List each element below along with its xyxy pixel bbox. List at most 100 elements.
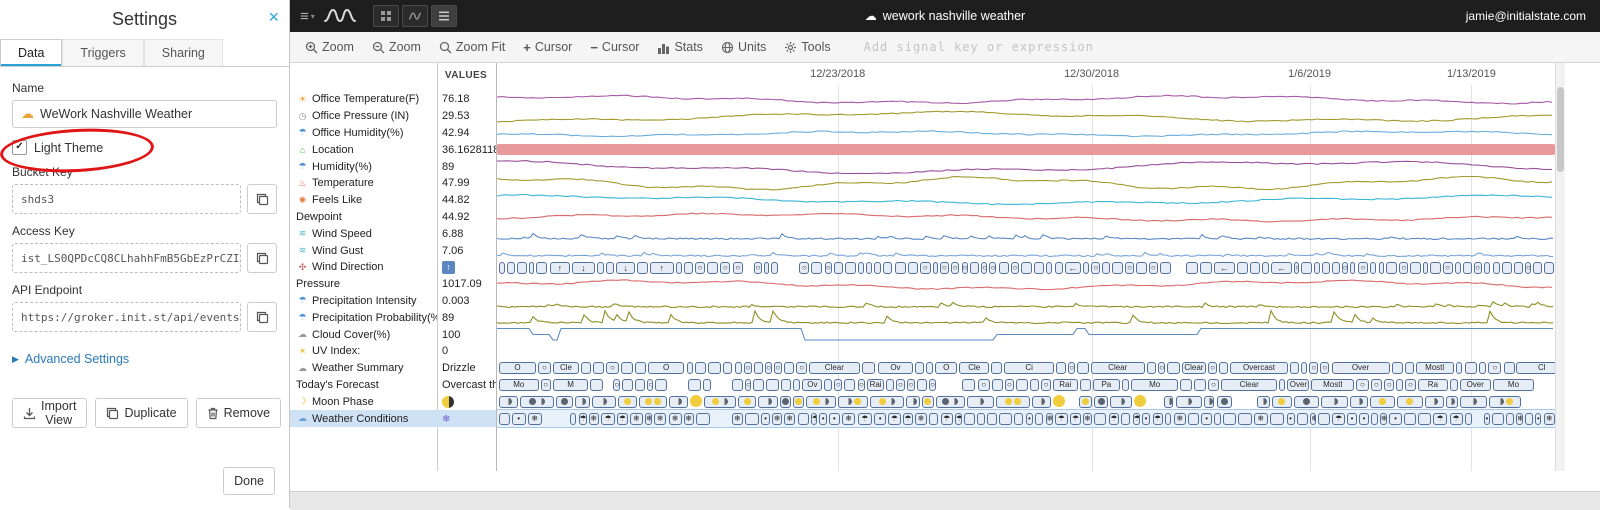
signal-row-precipitation-probability[interactable]: ☂ Precipitation Probability(%) 89 [290, 309, 496, 326]
event-box: ○ [981, 261, 988, 274]
tab-triggers[interactable]: Triggers [62, 39, 144, 66]
chart-area[interactable]: ↑↓↓↑○○○○○○○○○○○○○←○○○←←○○○○○○○O○Cle○O○○○… [497, 63, 1555, 471]
event-box: ☂ [888, 412, 901, 425]
zoom-in-button[interactable]: Zoom [296, 32, 363, 62]
tab-data[interactable]: Data [0, 39, 63, 66]
access-key-field[interactable]: ist_LS0QPDcCQ8CLhahhFmB5GbEzPrCZI [12, 243, 241, 273]
name-field[interactable]: ☁ WeWork Nashville Weather [12, 100, 277, 128]
event-box [753, 362, 764, 375]
event-box [593, 362, 605, 375]
chart-lane-moon-phase [497, 393, 1555, 410]
event-box [1077, 362, 1089, 375]
settings-title: Settings [111, 9, 178, 29]
lines-view-button[interactable] [430, 5, 457, 27]
tiles-view-button[interactable] [372, 5, 399, 27]
signal-row-precipitation-intensity[interactable]: ☂ Precipitation Intensity 0.003 [290, 293, 496, 310]
event-box: ○ [907, 379, 915, 392]
signal-row-temperature[interactable]: ♨ Temperature 47.99 [290, 175, 496, 192]
signal-row-wind-direction[interactable]: ✣ Wind Direction ↑ [290, 259, 496, 276]
close-icon[interactable]: × [268, 8, 279, 26]
signal-row-dewpoint[interactable]: Dewpoint 44.92 [290, 209, 496, 226]
event-box [686, 362, 694, 375]
add-cursor-button[interactable]: + Cursor [514, 32, 581, 62]
remove-cursor-button[interactable]: − Cursor [581, 32, 648, 62]
signal-key-input[interactable] [861, 39, 1206, 55]
event-box [1524, 412, 1534, 425]
units-button[interactable]: Units [712, 32, 775, 62]
event-box [1146, 362, 1157, 375]
signal-row-feels-like[interactable]: ✺ Feels Like 44.82 [290, 192, 496, 209]
horizontal-scrollbar[interactable] [290, 491, 1600, 510]
event-box: • [874, 412, 887, 425]
menu-icon[interactable]: ≡ ▾ [300, 8, 315, 25]
checkbox-check-icon: ✓ [12, 140, 27, 155]
signal-row-uv-index[interactable]: ☀ UV Index: 0 [290, 343, 496, 360]
event-box: ○ [540, 379, 551, 392]
bucket-key-field[interactable]: shds3 [12, 184, 241, 214]
event-box: • [1201, 412, 1212, 425]
done-button[interactable]: Done [223, 467, 275, 495]
vertical-scrollbar[interactable] [1555, 63, 1565, 471]
stats-button[interactable]: Stats [648, 32, 712, 62]
light-theme-checkbox[interactable]: ✓ Light Theme [0, 124, 277, 177]
event-box [1269, 412, 1285, 425]
event-box: M [552, 379, 589, 392]
event-box [708, 362, 721, 375]
event-box [688, 379, 701, 392]
event-box: ☂ [1432, 412, 1448, 425]
signal-row-weather-conditions[interactable]: ☁ Weather Conditions ❄ [290, 410, 496, 427]
event-box [499, 412, 510, 425]
api-endpoint-field[interactable]: https://groker.init.st/api/events [12, 302, 241, 332]
copy-bucket-key-button[interactable] [247, 184, 277, 214]
signal-row-office-temperature-f[interactable]: ☀ Office Temperature(F) 76.18 [290, 91, 496, 108]
signal-row-moon-phase[interactable]: ☽ Moon Phase [290, 393, 496, 410]
event-box [1301, 362, 1308, 375]
event-box [1450, 379, 1458, 392]
signal-name: Office Pressure (IN) [312, 110, 409, 123]
advanced-settings-link[interactable]: ▶ Advanced Settings [12, 352, 277, 366]
app-root: × Settings Data Triggers Sharing Name ☁ We… [0, 0, 1600, 510]
event-box [516, 261, 527, 274]
signal-row-today-s-forecast[interactable]: Today's Forecast Overcast thr [290, 377, 496, 394]
signal-name: UV Index: [312, 345, 361, 358]
event-box: ☂ [1449, 412, 1463, 425]
event-box: Mostl [1415, 362, 1454, 375]
event-box [921, 395, 934, 408]
scrollbar-thumb[interactable] [1557, 87, 1564, 172]
signal-row-pressure[interactable]: Pressure 1017.09 [290, 276, 496, 293]
signal-row-office-humidity[interactable]: ☂ Office Humidity(%) 42.94 [290, 125, 496, 142]
zoom-fit-icon [439, 41, 452, 53]
event-box [1029, 379, 1040, 392]
event-box: ○ [977, 379, 990, 392]
signal-row-cloud-cover[interactable]: ☁ Cloud Cover(%) 100 [290, 326, 496, 343]
event-box [618, 395, 637, 408]
remove-button[interactable]: Remove [195, 398, 282, 428]
signal-row-wind-gust[interactable]: ≋ Wind Gust 7.06 [290, 242, 496, 259]
zoom-fit-button[interactable]: Zoom Fit [430, 32, 514, 62]
event-box [499, 395, 519, 408]
signal-row-humidity[interactable]: ☂ Humidity(%) 89 [290, 158, 496, 175]
event-box [744, 412, 759, 425]
waves-view-button[interactable] [401, 5, 428, 27]
event-box [1391, 362, 1403, 375]
zoom-out-button[interactable]: Zoom [363, 32, 430, 62]
cloud-icon: ☁ [298, 413, 307, 424]
signal-row-wind-speed[interactable]: ≋ Wind Speed 6.88 [290, 225, 496, 242]
event-box: ← [1270, 261, 1293, 274]
event-box: ❄ [732, 412, 743, 425]
event-box [1272, 395, 1292, 408]
signal-row-location[interactable]: ⌂ Location 36.1628118. [290, 141, 496, 158]
event-box: Ra [1417, 379, 1449, 392]
tab-sharing[interactable]: Sharing [143, 39, 223, 66]
event-box [928, 412, 939, 425]
event-box [1322, 261, 1330, 274]
copy-api-endpoint-button[interactable] [247, 302, 277, 332]
signal-row-office-pressure-in[interactable]: ◷ Office Pressure (IN) 29.53 [290, 108, 496, 125]
import-view-button[interactable]: Import View [12, 398, 88, 428]
copy-access-key-button[interactable] [247, 243, 277, 273]
user-email[interactable]: jamie@initialstate.com [1466, 9, 1600, 23]
tools-button[interactable]: Tools [775, 32, 839, 62]
duplicate-button[interactable]: Duplicate [95, 398, 188, 428]
signal-row-weather-summary[interactable]: ☁ Weather Summary Drizzle [290, 360, 496, 377]
waveform-icon [408, 12, 422, 20]
